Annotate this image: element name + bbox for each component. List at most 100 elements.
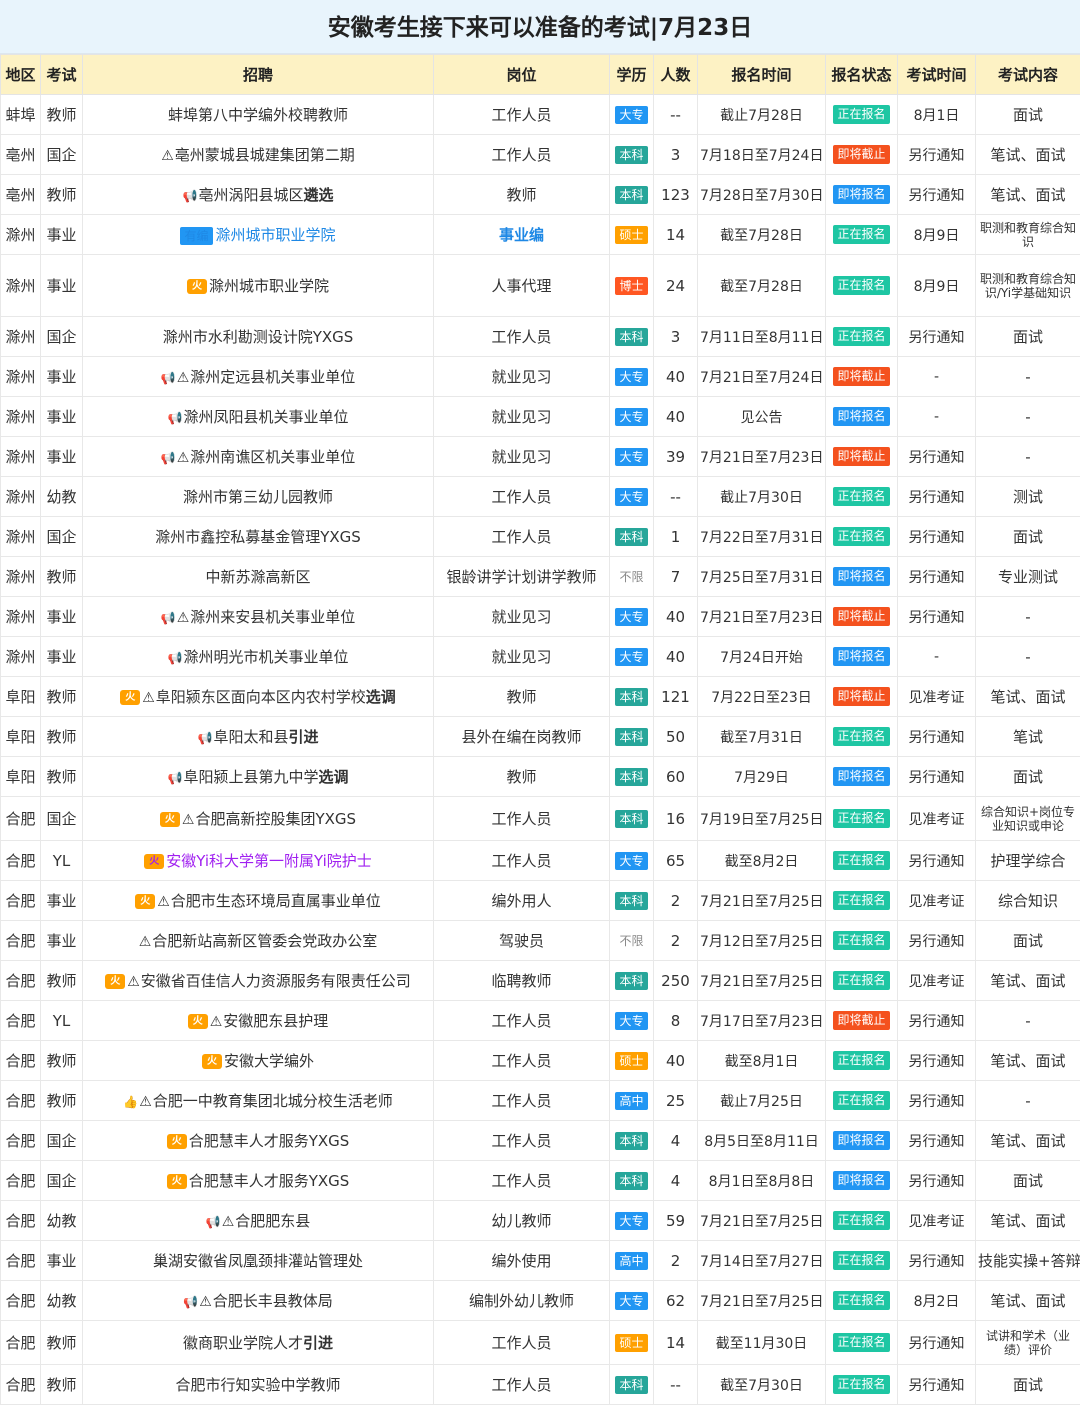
warning-icon: ⚠ bbox=[161, 147, 174, 164]
recruit-cell[interactable]: 蚌埠第八中学编外校聘教师 bbox=[82, 94, 434, 135]
exam-type-cell: 事业 bbox=[40, 596, 83, 637]
region-cell: 滁州 bbox=[0, 396, 41, 437]
exam-type-cell: 幼教 bbox=[40, 1200, 83, 1241]
status-cell: 正在报名 bbox=[825, 840, 898, 881]
recruit-cell[interactable]: 火 ⚠安徽省百佳信人力资源服务有限责任公司 bbox=[82, 960, 434, 1001]
recruit-emphasis: 选调 bbox=[365, 688, 396, 706]
recruit-cell[interactable]: 📢阜阳颍上县第九中学选调 bbox=[82, 756, 434, 797]
exam-content-cell: 笔试、面试 bbox=[975, 174, 1080, 215]
post-cell: 编制外幼儿教师 bbox=[433, 1280, 610, 1321]
exam-type-cell: 事业 bbox=[40, 920, 83, 961]
status-cell: 正在报名 bbox=[825, 316, 898, 357]
status-badge: 即将报名 bbox=[833, 1171, 890, 1190]
education-cell: 本科 bbox=[609, 1160, 654, 1201]
recruit-cell[interactable]: 火安徽大学编外 bbox=[82, 1040, 434, 1081]
recruit-cell[interactable]: 火 ⚠安徽肥东县护理 bbox=[82, 1000, 434, 1041]
table-row: 合肥 教师 👍⚠合肥一中教育集团北城分校生活老师 工作人员 高中 25 截止7月25日 正在报… bbox=[0, 1080, 1080, 1121]
recruit-cell[interactable]: 徽商职业学院人才引进 bbox=[82, 1320, 434, 1365]
recruit-cell[interactable]: 火 ⚠阜阳颍东区面向本区内农村学校选调 bbox=[82, 676, 434, 717]
status-cell: 即将报名 bbox=[825, 636, 898, 677]
exam-date-cell: 另行通知 bbox=[897, 436, 976, 477]
header-signup-time: 报名时间 bbox=[697, 54, 826, 95]
education-badge: 硕士 bbox=[615, 1333, 648, 1352]
recruit-cell[interactable]: 📢⚠滁州定远县机关事业单位 bbox=[82, 356, 434, 397]
recruit-cell[interactable]: 👍⚠合肥一中教育集团北城分校生活老师 bbox=[82, 1080, 434, 1121]
count-cell: 1 bbox=[653, 516, 698, 557]
region-cell: 滁州 bbox=[0, 316, 41, 357]
exam-date-cell: 另行通知 bbox=[897, 840, 976, 881]
recruit-cell[interactable]: 火滁州城市职业学院 bbox=[82, 254, 434, 317]
recruit-cell[interactable]: 📢⚠滁州南谯区机关事业单位 bbox=[82, 436, 434, 477]
education-badge: 本科 bbox=[615, 185, 648, 204]
recruit-cell[interactable]: ⚠合肥新站高新区管委会党政办公室 bbox=[82, 920, 434, 961]
exam-type-cell: 幼教 bbox=[40, 1280, 83, 1321]
region-cell: 合肥 bbox=[0, 1200, 41, 1241]
warning-icon: ⚠ bbox=[176, 369, 190, 386]
status-badge: 正在报名 bbox=[833, 276, 890, 295]
recruit-cell[interactable]: 火合肥慧丰人才服务YXGS bbox=[82, 1120, 434, 1161]
megaphone-icon: 📢 bbox=[167, 650, 183, 665]
education-badge: 大专 bbox=[615, 367, 648, 386]
warning-icon: ⚠ bbox=[157, 893, 170, 910]
status-cell: 即将报名 bbox=[825, 396, 898, 437]
status-badge: 正在报名 bbox=[833, 225, 890, 244]
recruit-cell[interactable]: 火安徽Yi科大学第一附属Yi院护士 bbox=[82, 840, 434, 881]
exam-type-cell: 事业 bbox=[40, 396, 83, 437]
status-badge: 正在报名 bbox=[833, 851, 890, 870]
recruit-cell[interactable]: 合肥市行知实验中学教师 bbox=[82, 1364, 434, 1405]
table-row: 合肥 事业 巢湖安徽省凤凰颈排灌站管理处 编外使用 高中 2 7月14日至7月27日 正在报名… bbox=[0, 1240, 1080, 1281]
status-badge: 正在报名 bbox=[833, 931, 890, 950]
recruit-cell[interactable]: 火 ⚠合肥高新控股集团YXGS bbox=[82, 796, 434, 841]
recruit-cell[interactable]: 📢⚠合肥肥东县 bbox=[82, 1200, 434, 1241]
signup-time-cell: 截至7月28日 bbox=[697, 214, 826, 255]
post-cell: 工作人员 bbox=[433, 516, 610, 557]
recruit-cell[interactable]: 有编 滁州城市职业学院 bbox=[82, 214, 434, 255]
signup-time-cell: 7月28日至7月30日 bbox=[697, 174, 826, 215]
header-exam-content: 考试内容 bbox=[975, 54, 1080, 95]
recruit-cell[interactable]: 火合肥慧丰人才服务YXGS bbox=[82, 1160, 434, 1201]
recruit-cell[interactable]: 📢阜阳太和县引进 bbox=[82, 716, 434, 757]
education-cell: 硕士 bbox=[609, 1040, 654, 1081]
exam-content-cell: 笔试、面试 bbox=[975, 1040, 1080, 1081]
table-row: 合肥 教师 合肥市行知实验中学教师 工作人员 本科 -- 截至7月30日 正在报名 另行通知 面试 bbox=[0, 1364, 1080, 1405]
education-cell: 本科 bbox=[609, 716, 654, 757]
exam-type-cell: 教师 bbox=[40, 960, 83, 1001]
recruit-title: 合肥长丰县教体局 bbox=[212, 1292, 333, 1310]
education-cell: 大专 bbox=[609, 596, 654, 637]
status-cell: 正在报名 bbox=[825, 94, 898, 135]
post-cell: 工作人员 bbox=[433, 1364, 610, 1405]
megaphone-icon: 📢 bbox=[167, 770, 183, 785]
recruit-cell[interactable]: 📢⚠合肥长丰县教体局 bbox=[82, 1280, 434, 1321]
recruit-cell[interactable]: 滁州市鑫控私募基金管理YXGS bbox=[82, 516, 434, 557]
recruit-cell[interactable]: ⚠亳州蒙城县城建集团第二期 bbox=[82, 134, 434, 175]
recruit-cell[interactable]: 📢滁州凤阳县机关事业单位 bbox=[82, 396, 434, 437]
recruit-cell[interactable]: 中新苏滁高新区 bbox=[82, 556, 434, 597]
hot-icon: 火 bbox=[201, 1054, 222, 1069]
education-cell: 本科 bbox=[609, 1120, 654, 1161]
exam-date-cell: 另行通知 bbox=[897, 596, 976, 637]
education-cell: 大专 bbox=[609, 1280, 654, 1321]
table-row: 滁州 教师 中新苏滁高新区 银龄讲学计划讲学教师 不限 7 7月25日至7月31日 即将报名另… bbox=[0, 556, 1080, 597]
recruit-cell[interactable]: 滁州市第三幼儿园教师 bbox=[82, 476, 434, 517]
signup-time-cell: 截至8月1日 bbox=[697, 1040, 826, 1081]
table-row: 滁州 事业 📢⚠滁州定远县机关事业单位 就业见习 大专 40 7月21日至7月24日 即将截止… bbox=[0, 356, 1080, 397]
signup-time-cell: 截止7月25日 bbox=[697, 1080, 826, 1121]
education-badge: 本科 bbox=[615, 767, 648, 786]
recruit-cell[interactable]: 📢亳州涡阳县城区遴选 bbox=[82, 174, 434, 215]
count-cell: 123 bbox=[653, 174, 698, 215]
recruit-cell[interactable]: 📢⚠滁州来安县机关事业单位 bbox=[82, 596, 434, 637]
education-cell: 本科 bbox=[609, 516, 654, 557]
signup-time-cell: 7月17日至7月23日 bbox=[697, 1000, 826, 1041]
region-cell: 滁州 bbox=[0, 214, 41, 255]
recruit-cell[interactable]: 火 ⚠合肥市生态环境局直属事业单位 bbox=[82, 880, 434, 921]
exam-type-cell: 事业 bbox=[40, 356, 83, 397]
recruit-cell[interactable]: 📢滁州明光市机关事业单位 bbox=[82, 636, 434, 677]
count-cell: 2 bbox=[653, 880, 698, 921]
exam-type-cell: 教师 bbox=[40, 94, 83, 135]
recruit-cell[interactable]: 巢湖安徽省凤凰颈排灌站管理处 bbox=[82, 1240, 434, 1281]
recruit-cell[interactable]: 滁州市水利勘测设计院YXGS bbox=[82, 316, 434, 357]
education-badge: 本科 bbox=[615, 727, 648, 746]
education-badge: 本科 bbox=[615, 1375, 648, 1394]
post-cell: 工作人员 bbox=[433, 316, 610, 357]
table-row: 合肥 教师火 ⚠安徽省百佳信人力资源服务有限责任公司 临聘教师 本科 250 7月21日至7… bbox=[0, 960, 1080, 1001]
